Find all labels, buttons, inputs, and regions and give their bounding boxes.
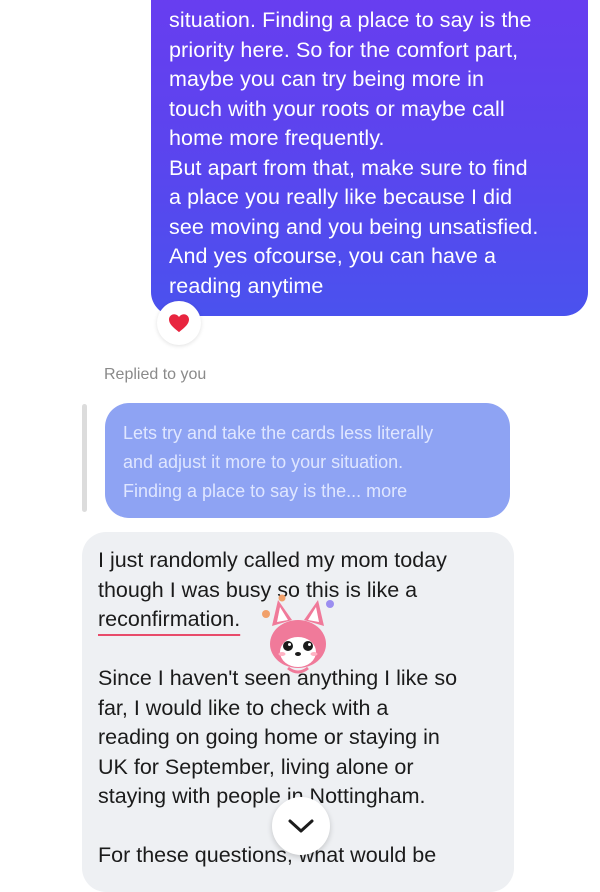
sent-message-bubble[interactable]: situation. Finding a place to say is the… <box>151 0 588 316</box>
received-line: UK for September, living alone or <box>98 754 414 779</box>
sent-message-text: situation. Finding a place to say is the… <box>169 6 570 301</box>
scroll-down-button[interactable] <box>272 797 330 855</box>
reaction-badge[interactable] <box>157 301 201 345</box>
sent-line: see moving and you being unsatisfied. <box>169 214 539 239</box>
quoted-line: and adjust it more to your situation. <box>123 452 404 472</box>
received-line: reading on going home or staying in <box>98 725 440 749</box>
sent-line: priority here. So for the comfort part, <box>169 37 519 62</box>
reply-indicator-bar <box>82 404 87 512</box>
sent-line: touch with your roots or maybe call <box>169 96 505 121</box>
chevron-down-icon <box>288 819 314 833</box>
quoted-message-bubble[interactable]: Lets try and take the cards less literal… <box>105 403 510 518</box>
sent-line: home more frequently. <box>169 126 385 150</box>
quoted-line: Lets try and take the cards less literal… <box>123 423 434 443</box>
heart-icon <box>169 314 189 333</box>
sent-line: But apart from that, make sure to find <box>169 155 528 180</box>
sent-line: maybe you can try being more in <box>169 67 485 91</box>
received-line: far, I would like to check with a <box>98 695 389 720</box>
quoted-line: Finding a place to say is the... more <box>123 481 408 501</box>
sent-line: And yes ofcourse, you can have a <box>169 244 497 268</box>
fox-sticker-icon <box>262 594 334 674</box>
received-line: I just randomly called my mom today <box>98 548 447 572</box>
underlined-word: reconfirmation. <box>98 607 241 631</box>
sent-line: reading anytime <box>169 273 324 298</box>
reply-label: Replied to you <box>104 366 207 383</box>
sent-line: situation. Finding a place to say is the <box>169 8 532 32</box>
sent-line: a place you really like because I did <box>169 185 513 209</box>
